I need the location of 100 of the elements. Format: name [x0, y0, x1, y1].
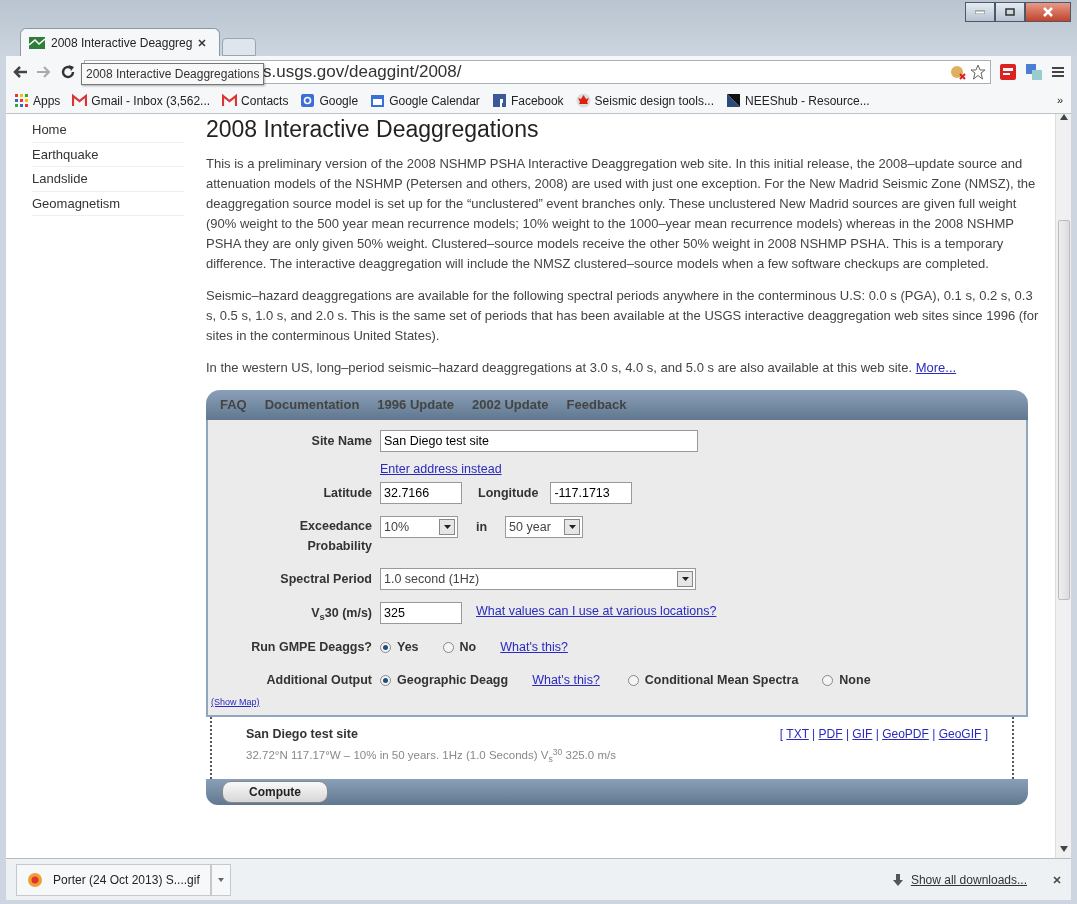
close-icon: [1043, 7, 1053, 17]
dropdown[interactable]: 50 year: [505, 516, 584, 539]
radio-button[interactable]: [822, 674, 834, 686]
help-link[interactable]: What's this?: [500, 638, 568, 658]
paragraph: This is a preliminary version of the 2008 NSHMP PSHA Interactive Deaggregation web site. In this initial release, the 2008–update source and attenuation models of the NSHMP (Petersen and others, 2008) are used with just one exception. For the New Madrid Seismic Zone (NMSZ), the deaggregation source model is set up for the “unclustered” event branches only. These unclustered New Madrid sources are given full weight (90% weight to the 500 year mean recurrence models; 10% weight to the 1000–year mean recurrence models) whereas in the 2008 NSHMP PSHA they are only given 50% weight. Clustered–source models receive the other 50% weight in 2008 NSHMP PSHA. This is a temporary difference. The interactive deaggregation will include the NMSZ clustered–source models when a few software checkups are completed.: [206, 154, 1037, 273]
map-icon: [29, 36, 45, 49]
radio-button[interactable]: [380, 642, 391, 654]
mail-icon: [222, 93, 238, 108]
apps-icon: [14, 93, 29, 108]
field-label: Site Name: [310, 432, 372, 450]
separator-text: |: [844, 726, 850, 741]
url-text: s.usgs.gov/deaggint/2008/: [263, 61, 462, 84]
sidebar-link[interactable]: Home: [32, 118, 184, 143]
tab-title: 2008 Interactive Deaggreg: [51, 34, 193, 52]
page-title: 2008 Interactive Deaggregations: [206, 116, 540, 144]
caret-icon: [443, 525, 451, 530]
mail-icon: [72, 93, 88, 108]
address-bar[interactable]: 2008 Interactive Deaggregations s.usgs.gov/deaggint/2008/: [84, 60, 991, 84]
longitude-field[interactable]: -117.1713: [550, 482, 633, 505]
separator-text: |: [931, 726, 937, 741]
bookmark[interactable]: Apps: [14, 91, 61, 110]
joiner-text: in: [476, 519, 488, 537]
document-icon[interactable]: [999, 63, 1017, 81]
address-link[interactable]: Enter address instead: [380, 459, 502, 479]
site-name-field[interactable]: San Diego test site: [380, 429, 698, 452]
bookmark[interactable]: Seismic design tools...: [575, 91, 714, 110]
show-map-link[interactable]: (Show Map): [211, 696, 260, 707]
browser-tab[interactable]: 2008 Interactive Deaggreg: [20, 28, 220, 56]
download-item[interactable]: Porter (24 Oct 2013) S....gif: [16, 863, 211, 896]
bookmark[interactable]: NEEShub - Resource...: [725, 91, 870, 110]
close-icon[interactable]: [198, 38, 207, 47]
dropdown[interactable]: 1.0 second (1Hz): [380, 568, 696, 591]
paragraph: Seismic–hazard deaggregations are available for the following spectral periods anywhere in the conterminous U.S: 0.0 s (PGA), 0.1 s, 0.2 s, 0.3 s, 0.5 s, 1.0 s, and 2.0 s. This is the same set of periods that has been available at the USGS interactive deaggregation web sites since 1996 (for sites in the conterminous United States).: [206, 286, 1040, 345]
scroll-down-icon[interactable]: [1059, 846, 1068, 852]
field-label: Longitude: [478, 485, 539, 503]
close-button[interactable]: [1025, 2, 1071, 22]
dropdown[interactable]: 10%: [380, 516, 458, 539]
format-link[interactable]: GeoPDF: [882, 726, 929, 741]
close-icon[interactable]: [1053, 875, 1061, 884]
show-all-downloads-link[interactable]: Show all downloads...: [910, 870, 1027, 889]
radio-button[interactable]: [442, 642, 454, 654]
field-label: V$_{s}$30 (m/s): [310, 605, 372, 624]
bookmarks-overflow-button[interactable]: »: [1056, 92, 1063, 109]
calendar-icon: [370, 93, 386, 108]
paragraph: In the western US, long–period seismic–hazard deaggregations at 3.0 s, 4.0 s, and 5.0 s are also available at this web site. More...: [206, 358, 958, 377]
scrollbar[interactable]: [1055, 114, 1071, 858]
compute-button[interactable]: Compute: [222, 780, 328, 803]
format-link[interactable]: GIF: [852, 726, 873, 741]
download-icon: [892, 873, 903, 886]
option-label: No: [459, 639, 477, 657]
sidebar-link[interactable]: Earthquake: [32, 142, 184, 167]
menu-icon[interactable]: [1051, 65, 1065, 79]
result-title: San Diego test site: [246, 725, 358, 743]
radio-button[interactable]: [627, 674, 639, 686]
format-link[interactable]: GeoGIF: [938, 726, 982, 741]
help-link[interactable]: What's this?: [532, 671, 600, 690]
caret-icon: [681, 577, 689, 582]
latitude-field[interactable]: 32.7166: [380, 482, 462, 505]
format-link[interactable]: PDF: [818, 726, 843, 741]
option-label: Conditional Mean Spectra: [644, 672, 799, 690]
vs30-field[interactable]: 325: [380, 602, 462, 625]
separator-text: |: [874, 726, 880, 741]
bookmark[interactable]: Gmail - Inbox (3,562...: [72, 91, 211, 110]
bookmark[interactable]: Google: [300, 91, 359, 110]
field-label: Additional Output: [265, 672, 372, 690]
square-icon: [300, 93, 316, 108]
option-label: Yes: [397, 639, 419, 657]
maximize-icon: [1005, 8, 1015, 16]
sidebar-link[interactable]: Landslide: [32, 167, 184, 192]
option-label: None: [839, 672, 871, 690]
leaf-icon: [575, 93, 591, 108]
sidebar-link[interactable]: Geomagnetism: [32, 191, 184, 216]
reload-icon[interactable]: [60, 64, 76, 80]
bookmark[interactable]: Google Calendar: [370, 91, 480, 110]
field-label: Latitude: [322, 485, 372, 503]
bookmark[interactable]: Facebook: [491, 91, 564, 110]
file-icon: [27, 871, 43, 888]
minimize-button[interactable]: [965, 2, 995, 22]
field-label: Exceedance Probability: [298, 518, 372, 556]
star-icon[interactable]: [970, 64, 986, 80]
result-summary: 32.72°N 117.17°W – 10% in 50 years. 1Hz (1.0 Seconds) V$_{s}$$^{30}$ 325.0 m/s: [246, 747, 617, 765]
format-link[interactable]: TXT: [786, 726, 809, 741]
help-link[interactable]: What values can I use at various locations?: [476, 602, 717, 622]
bracket-text: ]: [983, 726, 988, 741]
separator-text: |: [811, 726, 817, 741]
field-label: Run GMPE Deaggs?: [250, 639, 372, 657]
option-label: Geographic Deagg: [397, 672, 509, 690]
bracket-text: [: [779, 726, 785, 741]
more-link[interactable]: More...: [915, 359, 957, 375]
caret-icon: [568, 525, 576, 530]
bookmark[interactable]: Contacts: [222, 91, 289, 110]
scrollbar-thumb[interactable]: [1057, 220, 1070, 600]
radio-button[interactable]: [380, 674, 391, 686]
triangle-icon: [725, 93, 741, 108]
field-label: Spectral Period: [279, 571, 372, 589]
caret-icon: [217, 877, 224, 882]
minimize-icon: [975, 10, 985, 14]
back-icon[interactable]: [12, 65, 28, 79]
maximize-button[interactable]: [995, 2, 1025, 22]
tooltip: 2008 Interactive Deaggregations: [81, 63, 265, 85]
